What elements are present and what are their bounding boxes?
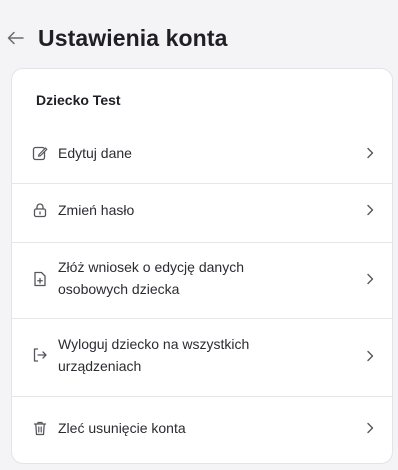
divider bbox=[12, 242, 392, 243]
menu-item-change-password[interactable]: Zmień hasło bbox=[12, 185, 392, 235]
menu-item-label: Złóż wniosek o edycję danych osobowych d… bbox=[58, 259, 244, 297]
chevron-right-icon bbox=[364, 350, 376, 362]
menu-item-edit-data[interactable]: Edytuj dane bbox=[12, 131, 392, 175]
user-name: Dziecko Test bbox=[36, 92, 121, 108]
menu-item-label: Edytuj dane bbox=[58, 145, 132, 161]
settings-card: Dziecko Test Edytuj dane Zmień hasło Złó… bbox=[11, 68, 393, 464]
menu-item-logout-all-devices[interactable]: Wyloguj dziecko na wszystkich urządzenia… bbox=[12, 320, 392, 392]
page-title: Ustawienia konta bbox=[38, 25, 228, 51]
divider bbox=[12, 396, 392, 397]
logout-icon bbox=[32, 347, 48, 363]
trash-icon bbox=[32, 420, 48, 436]
account-settings-screen: Ustawienia konta Dziecko Test Edytuj dan… bbox=[0, 0, 398, 470]
arrow-left-icon bbox=[7, 31, 24, 45]
menu-item-label: Zmień hasło bbox=[58, 202, 135, 218]
divider bbox=[12, 183, 392, 184]
header: Ustawienia konta bbox=[0, 18, 398, 58]
menu-item-data-edit-request[interactable]: Złóż wniosek o edycję danych osobowych d… bbox=[12, 244, 392, 314]
document-add-icon bbox=[32, 271, 48, 287]
menu-item-delete-account[interactable]: Zleć usunięcie konta bbox=[12, 398, 392, 458]
lock-icon bbox=[32, 202, 48, 218]
divider bbox=[12, 318, 392, 319]
menu-item-label: Wyloguj dziecko na wszystkich urządzenia… bbox=[58, 336, 250, 374]
chevron-right-icon bbox=[364, 204, 376, 216]
chevron-right-icon bbox=[364, 273, 376, 285]
edit-icon bbox=[32, 145, 48, 161]
chevron-right-icon bbox=[364, 147, 376, 159]
back-button[interactable] bbox=[4, 24, 28, 52]
menu-item-label: Zleć usunięcie konta bbox=[58, 420, 186, 436]
chevron-right-icon bbox=[364, 422, 376, 434]
